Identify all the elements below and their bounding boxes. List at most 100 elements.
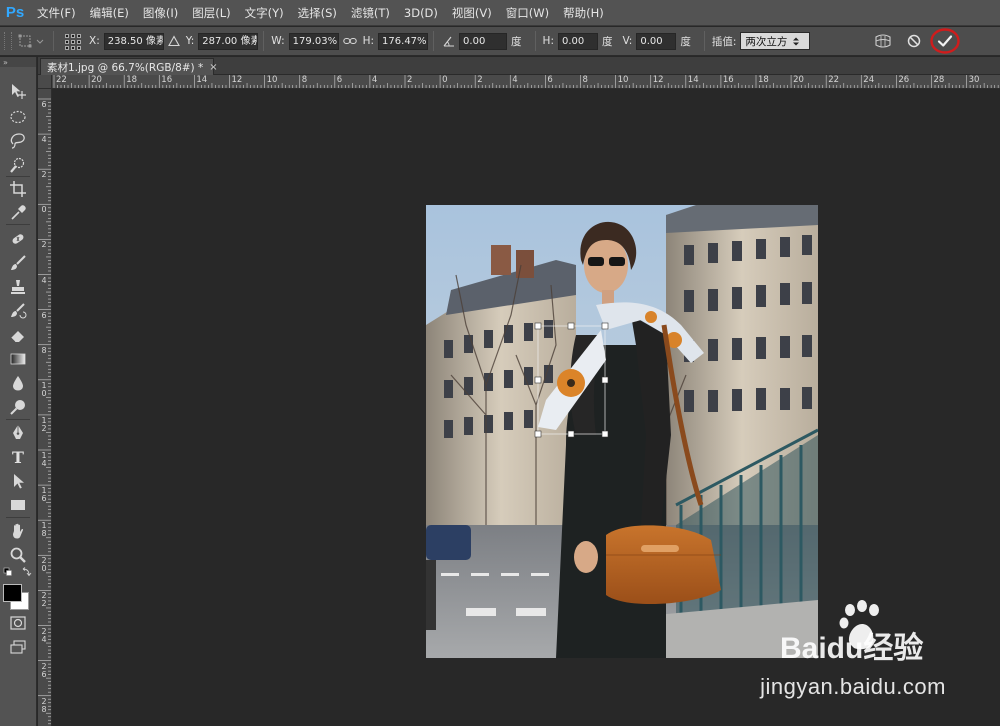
width-label: W:: [271, 35, 285, 47]
crop-tool-icon[interactable]: [4, 179, 32, 199]
document-image[interactable]: [426, 205, 818, 658]
horizontal-ruler[interactable]: 22 20 18 16 14 12 10 8 6 4 2 0 2 4 6 8 10 12 14 16 18 20 22 24 2…: [52, 75, 1000, 89]
ruler-label: 22: [41, 591, 47, 609]
eyedropper-tool-icon[interactable]: [4, 203, 32, 223]
toolbar-separator: [6, 517, 30, 518]
options-separator: [703, 31, 705, 51]
ruler-label: 20: [41, 556, 47, 574]
ruler-label: 10: [41, 380, 47, 398]
menu-edit[interactable]: 编辑(E): [83, 0, 136, 26]
watermark-url: jingyan.baidu.com: [760, 674, 946, 699]
ruler-label: 18: [758, 75, 769, 85]
menu-view[interactable]: 视图(V): [445, 0, 499, 26]
menu-help[interactable]: 帮助(H): [556, 0, 611, 26]
options-separator: [53, 31, 54, 51]
rectangle-tool-icon[interactable]: [4, 495, 32, 515]
ruler-label: 20: [793, 75, 804, 85]
reference-point-grid-icon[interactable]: [63, 32, 81, 50]
document-tab[interactable]: 素材1.jpg @ 66.7%(RGB/8#) * ×: [40, 58, 218, 75]
width-percent-field[interactable]: 179.03%: [288, 32, 339, 50]
clone-stamp-tool-icon[interactable]: [4, 277, 32, 297]
height-percent-field[interactable]: 176.47%: [378, 32, 429, 50]
ruler-label: 0: [442, 75, 448, 85]
ruler-label: 12: [652, 75, 664, 85]
ruler-label: 26: [898, 75, 910, 85]
ruler-label: 4: [41, 275, 47, 285]
vertical-ruler[interactable]: 6 4 2 0 2 4 6 8 10 12 14 16 18 20 22 24 26 28: [38, 89, 52, 726]
interpolation-select[interactable]: 两次立方: [740, 32, 811, 50]
menu-type[interactable]: 文字(Y): [238, 0, 291, 26]
horizontal-skew-field[interactable]: 0.00: [557, 32, 598, 50]
ruler-label: 12: [231, 75, 243, 85]
quick-mask-icon[interactable]: [4, 613, 32, 633]
delta-icon[interactable]: [167, 35, 180, 47]
menu-filter[interactable]: 滤镜(T): [344, 0, 397, 26]
healing-brush-tool-icon[interactable]: [4, 229, 32, 249]
ruler-label: 2: [407, 75, 413, 85]
quick-select-tool-icon[interactable]: [4, 155, 32, 175]
type-tool-icon[interactable]: T: [4, 447, 32, 467]
baidu-watermark: Baidu经验 jingyan.baidu.com: [758, 596, 958, 706]
eraser-tool-icon[interactable]: [4, 325, 32, 345]
ruler-label: 14: [196, 75, 208, 85]
ruler-label: 22: [56, 75, 67, 85]
link-icon[interactable]: [342, 36, 357, 46]
rotate-angle-field[interactable]: 0.00: [459, 32, 508, 50]
commit-check-icon[interactable]: [930, 28, 960, 54]
ruler-label: 4: [512, 75, 518, 85]
menu-layer[interactable]: 图层(L): [185, 0, 237, 26]
tools-panel-header[interactable]: »: [0, 57, 36, 67]
ruler-label: 24: [863, 75, 875, 85]
ruler-label: 6: [547, 75, 553, 85]
document-tab-title: 素材1.jpg @ 66.7%(RGB/8#) *: [47, 61, 204, 74]
x-position-field[interactable]: 238.50 像素: [103, 32, 164, 50]
vskew-label: V:: [622, 35, 633, 47]
ruler-label: 2: [41, 170, 47, 180]
options-grip[interactable]: [4, 32, 12, 50]
menu-window[interactable]: 窗口(W): [499, 0, 556, 26]
vertical-skew-field[interactable]: 0.00: [636, 32, 677, 50]
menu-3d[interactable]: 3D(D): [397, 0, 445, 26]
document-canvas[interactable]: Baidu经验 jingyan.baidu.com: [53, 90, 1000, 726]
ruler-label: 16: [41, 486, 47, 504]
foreground-color-swatch[interactable]: [3, 584, 22, 602]
ruler-label: 14: [687, 75, 699, 85]
path-select-tool-icon[interactable]: [4, 471, 32, 491]
photoshop-window: Ps 文件(F) 编辑(E) 图像(I) 图层(L) 文字(Y) 选择(S) 滤…: [0, 0, 1000, 726]
baidu-jingyan-logo: Baidu经验: [780, 600, 923, 665]
menu-bar: Ps 文件(F) 编辑(E) 图像(I) 图层(L) 文字(Y) 选择(S) 滤…: [0, 0, 1000, 26]
y-position-field[interactable]: 287.00 像素: [198, 32, 259, 50]
cancel-icon[interactable]: [906, 33, 922, 49]
interpolation-value: 两次立方: [745, 35, 788, 48]
marquee-tool-icon[interactable]: [4, 107, 32, 127]
ruler-origin[interactable]: [38, 75, 52, 89]
close-tab-icon[interactable]: ×: [209, 62, 217, 73]
menu-image[interactable]: 图像(I): [136, 0, 185, 26]
ruler-label: 16: [161, 75, 173, 85]
blur-tool-icon[interactable]: [4, 373, 32, 393]
brush-tool-icon[interactable]: [4, 253, 32, 273]
lasso-tool-icon[interactable]: [4, 131, 32, 151]
warp-icon[interactable]: [874, 33, 892, 49]
hskew-unit: 度: [601, 35, 613, 48]
menu-select[interactable]: 选择(S): [291, 0, 344, 26]
ruler-label: 30: [968, 75, 980, 85]
gradient-tool-icon[interactable]: [4, 349, 32, 369]
ruler-label: 18: [41, 521, 47, 539]
screen-mode-icon[interactable]: [4, 637, 32, 657]
pen-tool-icon[interactable]: [4, 423, 32, 443]
move-tool-icon[interactable]: [4, 81, 32, 101]
ruler-label: 22: [828, 75, 840, 85]
menu-file[interactable]: 文件(F): [30, 0, 83, 26]
type-tool-glyph: T: [12, 447, 24, 467]
hand-tool-icon[interactable]: [4, 521, 32, 541]
transform-icon[interactable]: [14, 30, 48, 52]
color-swap-controls: [3, 567, 33, 579]
ruler-label: 24: [41, 626, 47, 644]
ruler-label: 26: [41, 661, 47, 679]
ruler-label: 0: [41, 205, 47, 215]
dodge-tool-icon[interactable]: [4, 397, 32, 417]
default-colors-icon[interactable]: [3, 567, 33, 579]
history-brush-tool-icon[interactable]: [4, 301, 32, 321]
zoom-tool-icon[interactable]: [4, 545, 32, 565]
